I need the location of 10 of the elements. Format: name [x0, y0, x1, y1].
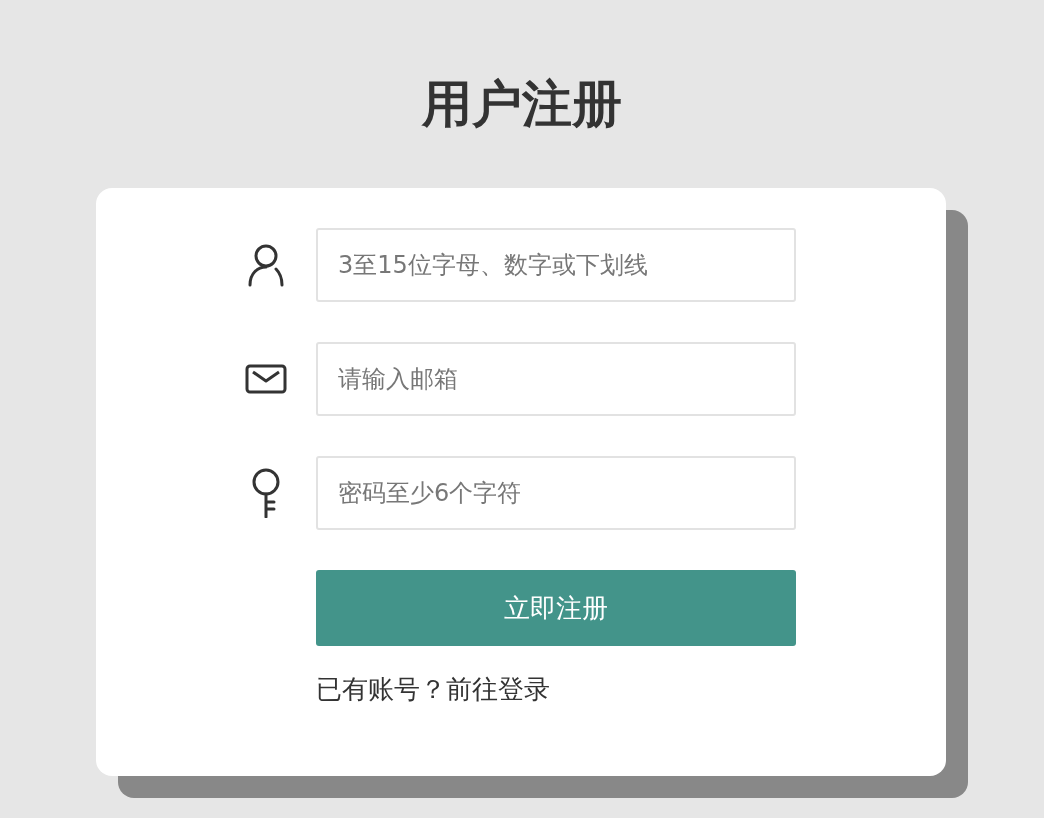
input-field[interactable]: 密码至少6个字符 [316, 456, 796, 530]
register-button[interactable]: 立即注册 [316, 570, 796, 646]
login-link[interactable]: 前往登录 [446, 674, 550, 704]
envelope-icon [245, 364, 287, 394]
page-title: 用户注册 [422, 74, 622, 135]
key-icon [250, 468, 282, 518]
input-field[interactable]: 请输入邮箱 [316, 342, 796, 416]
user-icon [246, 243, 286, 287]
account-prompt: 已有账号？ [316, 674, 446, 704]
input-field[interactable]: 3至15位字母、数字或下划线 [316, 228, 796, 302]
